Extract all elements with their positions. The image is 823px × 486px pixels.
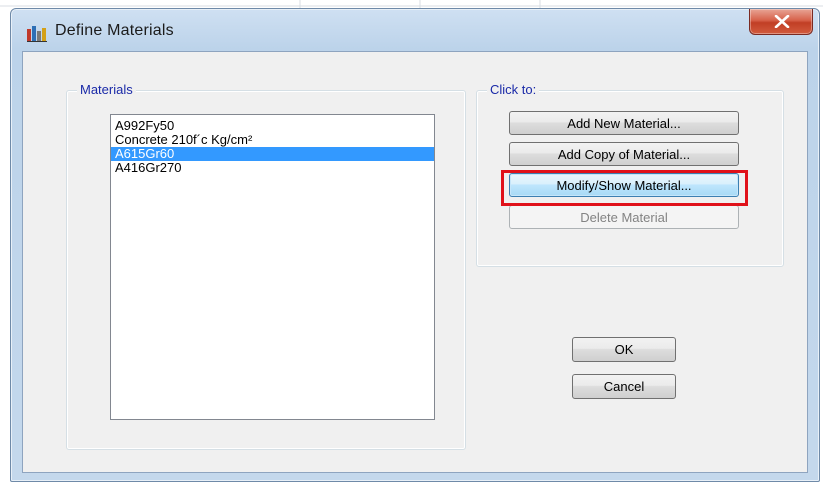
close-button[interactable]: [749, 9, 813, 35]
list-item[interactable]: Concrete 210f´c Kg/cm²: [111, 133, 434, 147]
dialog-title: Define Materials: [55, 22, 174, 39]
delete-material-button: Delete Material: [509, 205, 739, 229]
materials-group-label: Materials: [77, 82, 136, 97]
materials-list: A992Fy50 Concrete 210f´c Kg/cm² A615Gr60…: [111, 119, 434, 175]
title-bar[interactable]: Define Materials: [11, 9, 819, 53]
list-item-selected[interactable]: A615Gr60: [111, 147, 434, 161]
materials-listbox[interactable]: A992Fy50 Concrete 210f´c Kg/cm² A615Gr60…: [110, 114, 435, 420]
define-materials-dialog: Define Materials Materials A992Fy50 Conc…: [10, 8, 820, 482]
close-icon: [774, 15, 790, 28]
list-item[interactable]: A416Gr270: [111, 161, 434, 175]
modify-show-material-button[interactable]: Modify/Show Material...: [509, 173, 739, 197]
actions-group-label: Click to:: [487, 82, 540, 97]
cancel-button[interactable]: Cancel: [572, 374, 676, 399]
add-copy-material-button[interactable]: Add Copy of Material...: [509, 142, 739, 166]
list-item[interactable]: A992Fy50: [111, 119, 434, 133]
ok-button[interactable]: OK: [572, 337, 676, 362]
dialog-client-area: Materials A992Fy50 Concrete 210f´c Kg/cm…: [22, 51, 808, 473]
add-new-material-button[interactable]: Add New Material...: [509, 111, 739, 135]
structure-app-icon: [27, 26, 47, 42]
